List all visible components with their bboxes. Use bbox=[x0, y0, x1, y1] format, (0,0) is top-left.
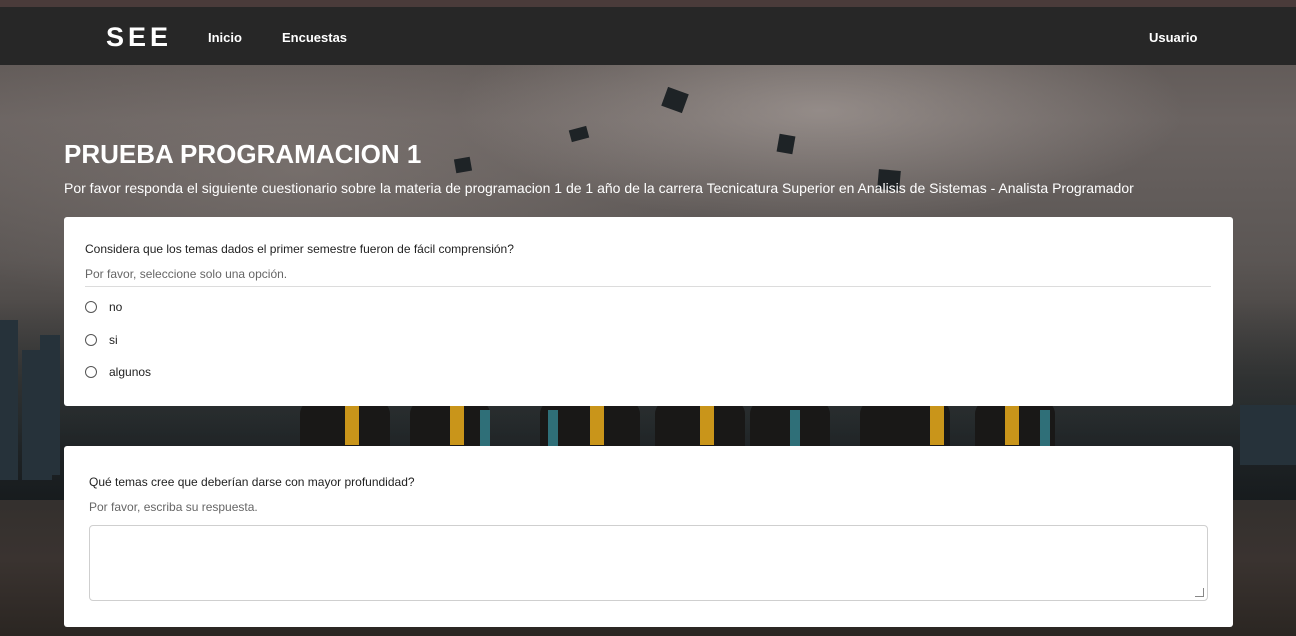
question-card-2: Qué temas cree que deberían darse con ma… bbox=[64, 446, 1233, 627]
option-label: algunos bbox=[109, 365, 152, 379]
option-algunos[interactable]: algunos bbox=[85, 363, 151, 381]
page-title: PRUEBA PROGRAMACION 1 bbox=[64, 139, 422, 169]
question-hint: Por favor, seleccione solo una opción. bbox=[85, 267, 288, 281]
radio-button[interactable] bbox=[85, 366, 97, 378]
resize-handle-icon[interactable] bbox=[1195, 588, 1204, 597]
option-si[interactable]: si bbox=[85, 331, 118, 349]
background-stole bbox=[480, 410, 490, 446]
option-label: si bbox=[109, 333, 118, 347]
question-text: Qué temas cree que deberían darse con ma… bbox=[89, 475, 415, 489]
background-stole bbox=[700, 405, 714, 445]
answer-textarea[interactable] bbox=[89, 525, 1208, 601]
question-card-1: Considera que los temas dados el primer … bbox=[64, 217, 1233, 406]
question-divider bbox=[85, 286, 1211, 287]
navbar: SEE Inicio Encuestas Usuario bbox=[0, 7, 1296, 65]
background-stole bbox=[930, 405, 944, 445]
background-cap bbox=[776, 133, 796, 155]
question-hint: Por favor, escriba su respuesta. bbox=[89, 500, 258, 514]
background-stole bbox=[450, 405, 464, 445]
background-cap bbox=[453, 156, 473, 174]
top-strip bbox=[0, 0, 1296, 7]
radio-button[interactable] bbox=[85, 301, 97, 313]
question-text: Considera que los temas dados el primer … bbox=[85, 242, 514, 256]
page-description: Por favor responda el siguiente cuestion… bbox=[64, 180, 1134, 196]
brand-logo[interactable]: SEE bbox=[106, 21, 172, 53]
radio-button[interactable] bbox=[85, 334, 97, 346]
option-no[interactable]: no bbox=[85, 298, 122, 316]
background-stole bbox=[548, 410, 558, 446]
background-stole bbox=[345, 405, 359, 445]
background-stole bbox=[590, 405, 604, 445]
background-tower bbox=[40, 335, 60, 475]
background-stole bbox=[1040, 410, 1050, 446]
background-stole bbox=[1005, 405, 1019, 445]
background-tower bbox=[0, 320, 18, 480]
option-label: no bbox=[109, 300, 123, 314]
background-tower bbox=[1240, 405, 1296, 465]
background-stole bbox=[790, 410, 800, 446]
nav-link-usuario[interactable]: Usuario bbox=[1149, 30, 1197, 46]
nav-link-encuestas[interactable]: Encuestas bbox=[282, 30, 347, 46]
nav-link-inicio[interactable]: Inicio bbox=[208, 30, 242, 46]
